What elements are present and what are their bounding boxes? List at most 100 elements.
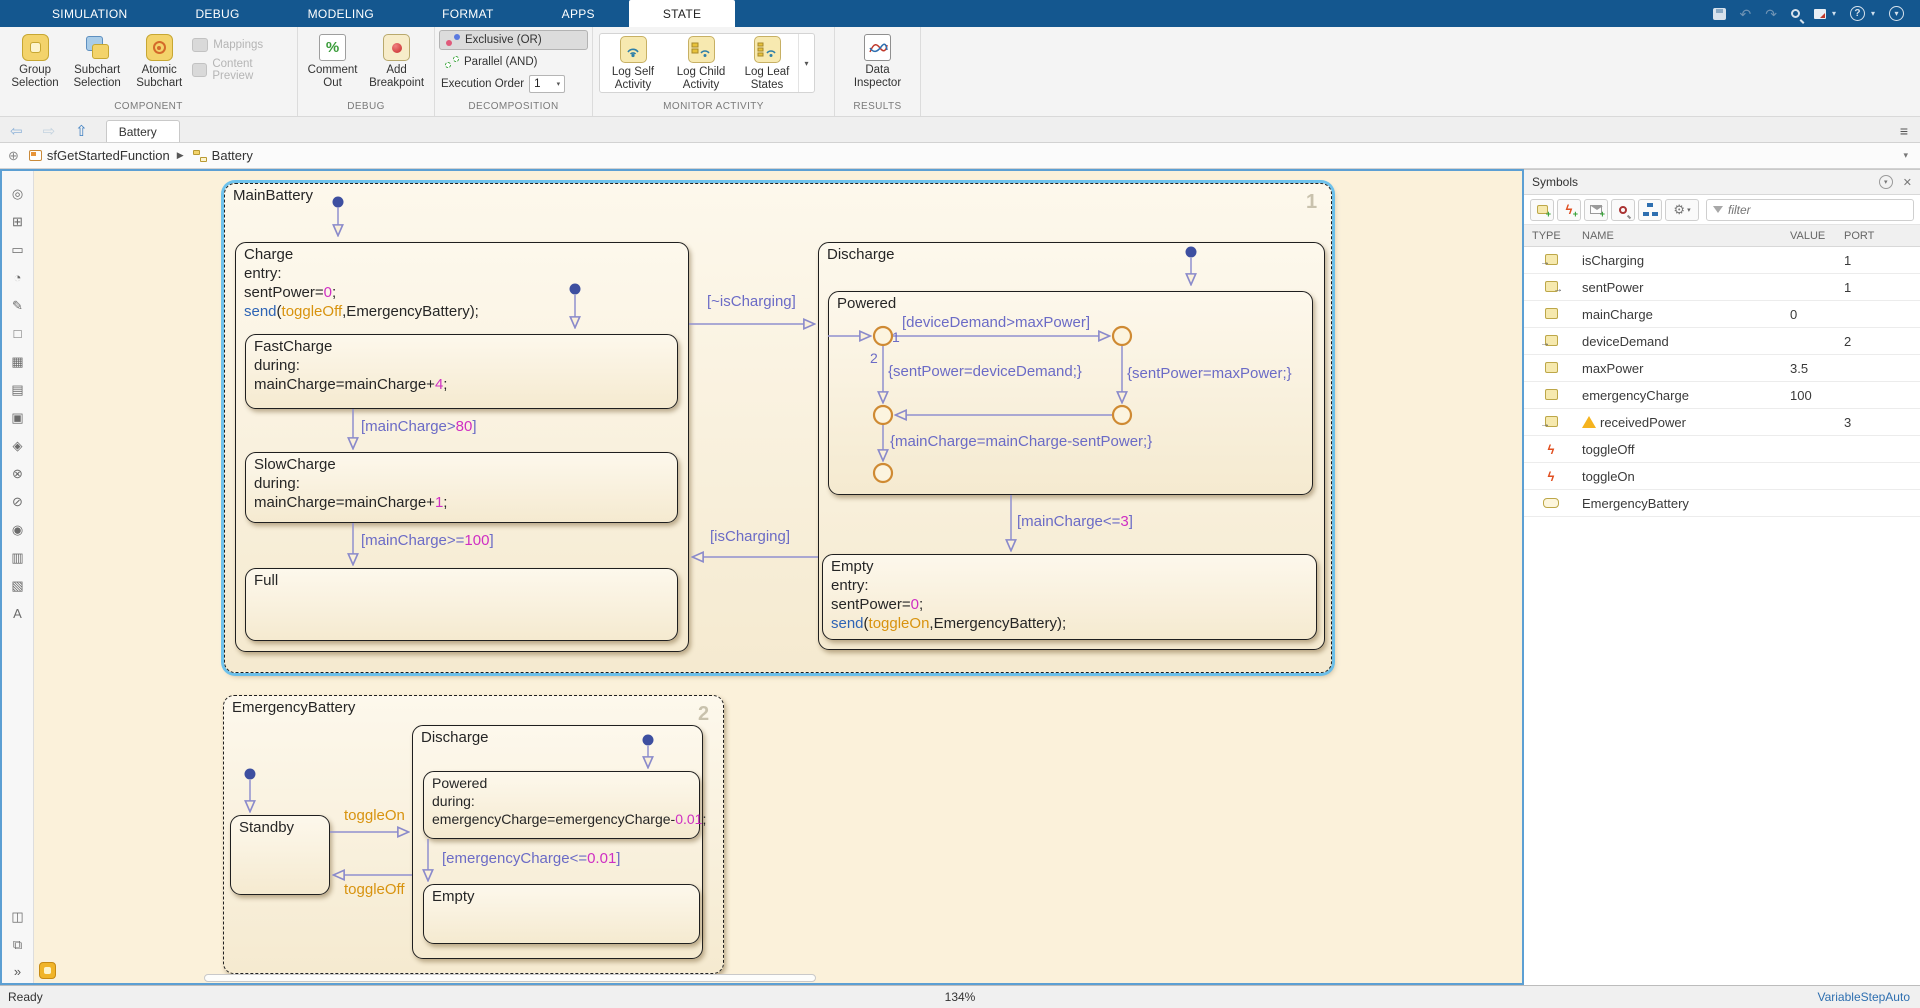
- fit-view-icon[interactable]: ⊞: [8, 213, 28, 230]
- text-tool-icon[interactable]: A: [8, 605, 28, 622]
- execution-order-select[interactable]: 1▾: [529, 75, 565, 93]
- transition-label-maincharge-80[interactable]: [mainCharge>80]: [361, 418, 477, 435]
- document-tab-battery[interactable]: Battery: [106, 120, 180, 142]
- transition-label-toggleoff[interactable]: toggleOff: [344, 881, 405, 898]
- symbol-row-maincharge[interactable]: mainCharge 0: [1524, 301, 1920, 328]
- comment-out-button[interactable]: % Comment Out: [304, 32, 361, 90]
- tab-modeling[interactable]: MODELING: [274, 0, 408, 27]
- explore-hierarchy-icon[interactable]: ⊕: [0, 148, 29, 164]
- transition-label-emergencycharge[interactable]: [emergencyCharge<=0.01]: [442, 850, 620, 867]
- redo-icon[interactable]: ↷: [1765, 7, 1777, 21]
- expand-palette-icon[interactable]: »: [14, 964, 21, 983]
- add-breakpoint-button[interactable]: Add Breakpoint: [365, 32, 428, 90]
- tab-format[interactable]: FORMAT: [408, 0, 528, 27]
- truth-table-icon[interactable]: ▦: [8, 353, 28, 370]
- symbol-row-toggleon[interactable]: ϟ toggleOn: [1524, 463, 1920, 490]
- help-caret-icon[interactable]: ▾: [1871, 9, 1875, 18]
- box-tool-icon[interactable]: ▣: [8, 409, 28, 426]
- transition-label-devicedemand[interactable]: [deviceDemand>maxPower]: [902, 314, 1090, 331]
- tab-debug[interactable]: DEBUG: [161, 0, 273, 27]
- zoom-tool-icon[interactable]: ◎: [8, 185, 28, 202]
- symbol-row-toggleoff[interactable]: ϟ toggleOff: [1524, 436, 1920, 463]
- matlab-function-icon[interactable]: ⊗: [8, 465, 28, 482]
- screenshot-caret-icon[interactable]: ▾: [1832, 9, 1836, 18]
- undo-icon[interactable]: ↶: [1740, 7, 1752, 21]
- status-solver[interactable]: VariableStepAuto: [1817, 990, 1910, 1004]
- state-transition-table-icon[interactable]: ▤: [8, 381, 28, 398]
- parallel-and-button[interactable]: Parallel (AND): [439, 52, 588, 72]
- annotation-tool-icon[interactable]: ▥: [8, 549, 28, 566]
- history-junction-icon[interactable]: ◔: [8, 269, 28, 286]
- collapse-ribbon-icon[interactable]: ▾: [1889, 6, 1904, 21]
- transition-label-toggleon[interactable]: toggleOn: [344, 807, 405, 824]
- doc-menu-icon[interactable]: ≡: [1888, 123, 1920, 142]
- chart-canvas[interactable]: MainBattery 1 Charge entry: sentPower=0;…: [34, 171, 1522, 983]
- compare-tool-icon[interactable]: ⧉: [8, 936, 28, 953]
- tab-state[interactable]: STATE: [629, 0, 735, 27]
- symbol-row-devicedemand[interactable]: → deviceDemand 2: [1524, 328, 1920, 355]
- symbols-settings-button[interactable]: ⚙▾: [1665, 199, 1699, 221]
- create-message-button[interactable]: +: [1584, 199, 1608, 221]
- nav-back-icon[interactable]: ⇦: [0, 122, 33, 142]
- image-tool-icon[interactable]: ▧: [8, 577, 28, 594]
- search-icon[interactable]: [1791, 9, 1800, 18]
- group-selection-button[interactable]: Group Selection: [6, 32, 64, 90]
- symbol-row-emergencycharge[interactable]: emergencyCharge 100: [1524, 382, 1920, 409]
- screenshot-tool-icon[interactable]: ◫: [8, 908, 28, 925]
- transition-order-2[interactable]: 2: [870, 350, 878, 366]
- entry-port-icon[interactable]: ⊘: [8, 493, 28, 510]
- state-full[interactable]: Full: [245, 568, 678, 641]
- hierarchy-view-button[interactable]: [1638, 199, 1662, 221]
- transition-label-maincharge-minus[interactable]: {mainCharge=mainCharge-sentPower;}: [890, 433, 1152, 450]
- tab-apps[interactable]: APPS: [528, 0, 629, 27]
- transition-label-maincharge-3[interactable]: [mainCharge<=3]: [1017, 513, 1133, 530]
- symbol-row-maxpower[interactable]: maxPower 3.5: [1524, 355, 1920, 382]
- state-fastcharge[interactable]: FastCharge during: mainCharge=mainCharge…: [245, 334, 678, 409]
- help-icon[interactable]: ?: [1850, 6, 1865, 21]
- state-eb-powered[interactable]: Powered during: emergencyCharge=emergenc…: [423, 771, 700, 839]
- create-event-button[interactable]: ϟ+: [1557, 199, 1581, 221]
- chart-badge-icon[interactable]: [39, 962, 56, 979]
- transition-label-maincharge-100[interactable]: [mainCharge>=100]: [361, 532, 494, 549]
- state-standby[interactable]: Standby: [230, 815, 330, 895]
- log-child-activity-button[interactable]: Log Child Activity: [666, 34, 736, 92]
- atomic-subchart-button[interactable]: Atomic Subchart: [130, 32, 188, 90]
- close-panel-icon[interactable]: ✕: [1903, 176, 1912, 189]
- filter-input[interactable]: [1728, 203, 1907, 217]
- state-eb-empty[interactable]: Empty: [423, 884, 700, 944]
- monitor-more-button[interactable]: ▾: [798, 34, 814, 92]
- data-inspector-button[interactable]: Data Inspector: [846, 32, 910, 90]
- simulink-function-icon[interactable]: ◈: [8, 437, 28, 454]
- transition-tool-icon[interactable]: ✎: [8, 297, 28, 314]
- nav-up-icon[interactable]: ⇧: [65, 122, 98, 142]
- transition-label-ischarging[interactable]: [isCharging]: [710, 528, 790, 545]
- log-self-activity-button[interactable]: Log Self Activity: [600, 34, 666, 92]
- panel-menu-icon[interactable]: ▾: [1879, 175, 1893, 189]
- nav-forward-icon[interactable]: ⇨: [33, 122, 66, 142]
- transition-label-sentpower-devicedemand[interactable]: {sentPower=deviceDemand;}: [888, 363, 1082, 380]
- exclusive-or-button[interactable]: Exclusive (OR): [439, 30, 588, 50]
- state-slowcharge[interactable]: SlowCharge during: mainCharge=mainCharge…: [245, 452, 678, 523]
- log-leaf-states-button[interactable]: Log Leaf States: [736, 34, 798, 92]
- save-icon[interactable]: [1713, 8, 1726, 20]
- state-empty-main[interactable]: Empty entry: sentPower=0; send(toggleOn,…: [822, 554, 1317, 640]
- transition-label-sentpower-maxpower[interactable]: {sentPower=maxPower;}: [1127, 365, 1292, 382]
- symbol-row-emergencybattery[interactable]: EmergencyBattery: [1524, 490, 1920, 517]
- screenshot-icon[interactable]: [1814, 9, 1826, 19]
- tab-simulation[interactable]: SIMULATION: [18, 0, 161, 27]
- state-tool-icon[interactable]: ▭: [8, 241, 28, 258]
- breadcrumb-root[interactable]: sfGetStartedFunction: [47, 148, 170, 163]
- horizontal-scrollbar-thumb[interactable]: [204, 974, 816, 982]
- resolve-symbols-button[interactable]: [1611, 199, 1635, 221]
- symbol-row-receivedpower[interactable]: → receivedPower 3: [1524, 409, 1920, 436]
- symbol-row-ischarging[interactable]: → isCharging 1: [1524, 247, 1920, 274]
- transition-order-1[interactable]: 1: [892, 329, 900, 345]
- create-data-button[interactable]: +: [1530, 199, 1554, 221]
- breadcrumb-current[interactable]: Battery: [212, 148, 253, 163]
- subchart-selection-button[interactable]: Subchart Selection: [68, 32, 126, 90]
- breadcrumb-caret-icon[interactable]: ▾: [1903, 150, 1920, 161]
- symbol-row-sentpower[interactable]: → sentPower 1: [1524, 274, 1920, 301]
- transition-label-not-ischarging[interactable]: [~isCharging]: [707, 293, 796, 310]
- exit-port-icon[interactable]: ◉: [8, 521, 28, 538]
- junction-tool-icon[interactable]: □: [8, 325, 28, 342]
